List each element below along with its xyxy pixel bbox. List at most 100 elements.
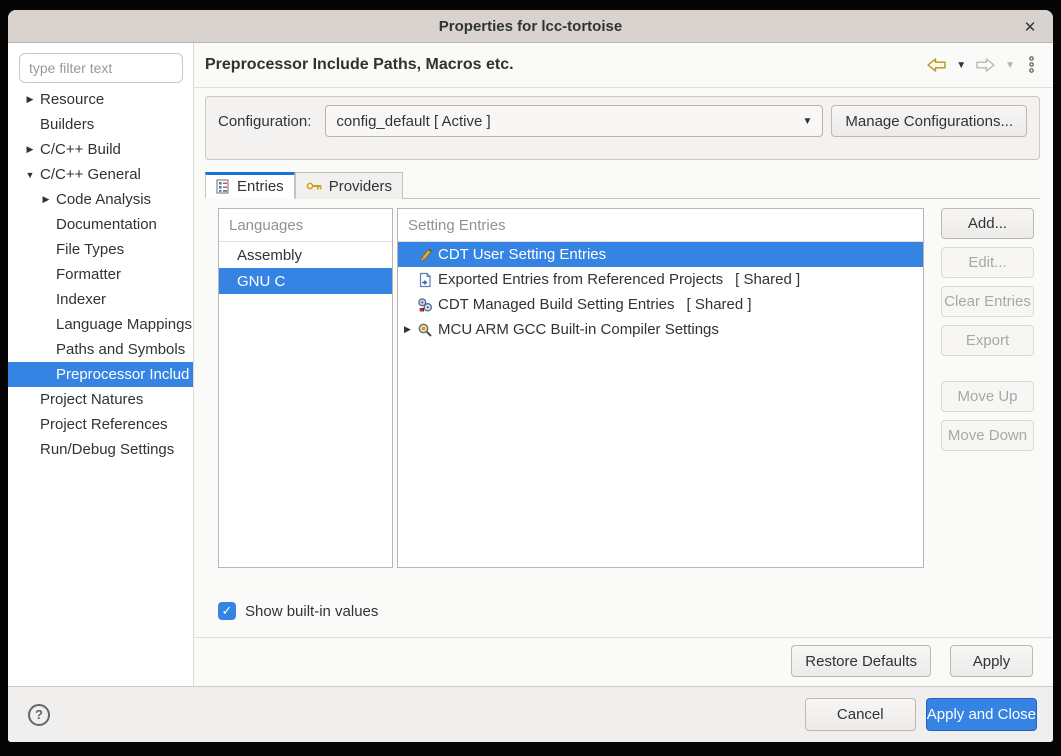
gears-icon — [417, 297, 434, 313]
forward-history-dropdown-icon: ▼ — [1005, 60, 1015, 71]
language-item-gnu-c[interactable]: GNU C — [219, 268, 392, 294]
entry-cdt-user-setting-entries[interactable]: CDT User Setting Entries — [398, 242, 923, 267]
document-export-icon — [417, 272, 434, 288]
configuration-label: Configuration: — [218, 113, 311, 130]
sidebar-item-label: Project References — [40, 416, 168, 433]
sidebar-item-project-natures[interactable]: Project Natures — [8, 387, 193, 412]
show-built-in-values-row: ✓ Show built-in values — [218, 601, 1053, 621]
chevron-right-icon[interactable]: ▶ — [20, 94, 40, 105]
help-icon[interactable]: ? — [28, 704, 50, 726]
sidebar: ▶ Resource Builders ▶ C/C++ Build ▼ C/C+… — [8, 43, 194, 686]
manage-configurations-button[interactable]: Manage Configurations... — [831, 105, 1027, 137]
checkbox-checked-icon[interactable]: ✓ — [218, 602, 236, 620]
export-button: Export — [941, 325, 1034, 356]
sidebar-item-code-analysis[interactable]: ▶ Code Analysis — [8, 187, 193, 212]
defaults-row: Restore Defaults Apply — [194, 638, 1053, 677]
entry-label: CDT User Setting Entries — [438, 246, 606, 263]
sidebar-item-cpp-build[interactable]: ▶ C/C++ Build — [8, 137, 193, 162]
sidebar-item-label: Preprocessor Includ — [56, 366, 189, 383]
sidebar-item-documentation[interactable]: Documentation — [8, 212, 193, 237]
back-arrow-icon[interactable] — [926, 57, 947, 73]
languages-header: Languages — [219, 209, 392, 242]
configuration-combo[interactable]: config_default [ Active ] ▼ — [325, 105, 823, 137]
sidebar-item-resource[interactable]: ▶ Resource — [8, 87, 193, 112]
window-title: Properties for lcc-tortoise — [439, 18, 622, 35]
sidebar-item-language-mappings[interactable]: Language Mappings — [8, 312, 193, 337]
tab-bar: Entries Providers — [205, 172, 1040, 199]
sidebar-item-label: Paths and Symbols — [56, 341, 185, 358]
entry-action-buttons: Add... Edit... Clear Entries Export Move… — [941, 208, 1034, 451]
sidebar-item-file-types[interactable]: File Types — [8, 237, 193, 262]
sidebar-item-label: C/C++ General — [40, 166, 141, 183]
entry-label: Exported Entries from Referenced Project… — [438, 271, 723, 288]
sidebar-item-label: Language Mappings — [56, 316, 192, 333]
sidebar-item-label: Resource — [40, 91, 104, 108]
setting-entries-list: Setting Entries CDT User Setting Entries — [397, 208, 924, 568]
sidebar-item-cpp-general[interactable]: ▼ C/C++ General — [8, 162, 193, 187]
apply-button[interactable]: Apply — [950, 645, 1033, 677]
sidebar-item-indexer[interactable]: Indexer — [8, 287, 193, 312]
sidebar-item-label: Formatter — [56, 266, 121, 283]
sidebar-item-preprocessor-include[interactable]: Preprocessor Includ — [8, 362, 193, 387]
entry-shared-badge: [ Shared ] — [687, 296, 752, 313]
cancel-button[interactable]: Cancel — [805, 698, 916, 731]
edit-button: Edit... — [941, 247, 1034, 278]
add-button[interactable]: Add... — [941, 208, 1034, 239]
pen-icon — [417, 247, 434, 263]
sidebar-item-label: Code Analysis — [56, 191, 151, 208]
entry-label: CDT Managed Build Setting Entries — [438, 296, 675, 313]
move-up-button: Move Up — [941, 381, 1034, 412]
chevron-right-icon[interactable]: ▶ — [20, 144, 40, 155]
sidebar-item-label: Project Natures — [40, 391, 143, 408]
entry-label: MCU ARM GCC Built-in Compiler Settings — [438, 321, 719, 338]
page-title: Preprocessor Include Paths, Macros etc. — [205, 56, 926, 74]
main-panel: Preprocessor Include Paths, Macros etc. … — [194, 43, 1053, 686]
dialog-footer: ? Cancel Apply and Close — [8, 686, 1053, 742]
clear-entries-button: Clear Entries — [941, 286, 1034, 317]
move-down-button: Move Down — [941, 420, 1034, 451]
restore-defaults-button[interactable]: Restore Defaults — [791, 645, 931, 677]
forward-arrow-icon — [975, 57, 996, 73]
properties-tree: ▶ Resource Builders ▶ C/C++ Build ▼ C/C+… — [8, 87, 193, 462]
languages-list: Languages Assembly GNU C — [218, 208, 393, 568]
configuration-group: Configuration: config_default [ Active ]… — [205, 96, 1040, 160]
page-header: Preprocessor Include Paths, Macros etc. … — [194, 43, 1053, 88]
key-icon — [306, 180, 323, 192]
chevron-right-icon[interactable]: ▶ — [36, 194, 56, 205]
entry-cdt-managed-build[interactable]: CDT Managed Build Setting Entries [ Shar… — [398, 292, 923, 317]
entry-exported-entries[interactable]: Exported Entries from Referenced Project… — [398, 267, 923, 292]
apply-and-close-button[interactable]: Apply and Close — [926, 698, 1037, 731]
configuration-value: config_default [ Active ] — [336, 113, 802, 130]
entry-shared-badge: [ Shared ] — [735, 271, 800, 288]
combo-dropdown-icon: ▼ — [802, 116, 812, 127]
sidebar-item-project-references[interactable]: Project References — [8, 412, 193, 437]
tab-label: Providers — [329, 178, 392, 195]
sidebar-item-label: Indexer — [56, 291, 106, 308]
tab-providers[interactable]: Providers — [295, 172, 403, 199]
properties-dialog: Properties for lcc-tortoise ✕ ▶ Resource… — [8, 10, 1053, 742]
checkbox-label: Show built-in values — [245, 603, 378, 620]
setting-entries-header: Setting Entries — [398, 209, 923, 242]
back-history-dropdown-icon[interactable]: ▼ — [956, 60, 966, 71]
entry-mcu-arm-gcc[interactable]: ▶ MCU ARM GCC Built-in Compiler Settings — [398, 317, 923, 342]
sidebar-item-run-debug-settings[interactable]: Run/Debug Settings — [8, 437, 193, 462]
sidebar-item-label: Builders — [40, 116, 94, 133]
close-icon[interactable]: ✕ — [1019, 16, 1041, 38]
sidebar-item-builders[interactable]: Builders — [8, 112, 193, 137]
language-item-assembly[interactable]: Assembly — [219, 242, 392, 268]
sidebar-item-label: C/C++ Build — [40, 141, 121, 158]
filter-input[interactable] — [19, 53, 183, 83]
sidebar-item-label: Documentation — [56, 216, 157, 233]
sidebar-item-label: Run/Debug Settings — [40, 441, 174, 458]
view-menu-icon[interactable] — [1027, 55, 1036, 75]
sidebar-item-label: File Types — [56, 241, 124, 258]
sidebar-item-formatter[interactable]: Formatter — [8, 262, 193, 287]
chevron-right-icon[interactable]: ▶ — [404, 324, 417, 335]
chevron-down-icon[interactable]: ▼ — [20, 170, 40, 180]
tab-label: Entries — [237, 178, 284, 195]
sidebar-item-paths-and-symbols[interactable]: Paths and Symbols — [8, 337, 193, 362]
magnifier-icon — [417, 322, 434, 338]
titlebar: Properties for lcc-tortoise ✕ — [8, 10, 1053, 43]
tab-entries[interactable]: Entries — [205, 172, 295, 199]
entries-list-icon — [216, 179, 231, 194]
